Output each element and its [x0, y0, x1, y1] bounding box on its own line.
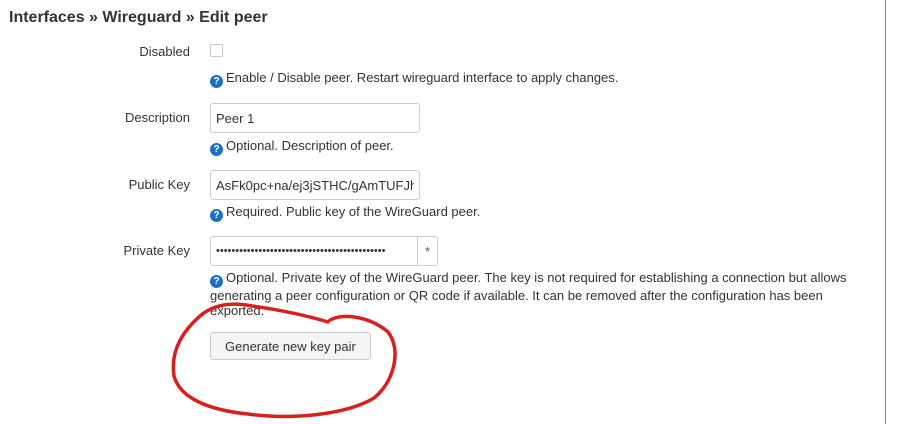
public-key-input[interactable] — [210, 170, 420, 200]
description-help-text: Optional. Description of peer. — [226, 138, 394, 153]
generate-key-pair-button[interactable]: Generate new key pair — [210, 332, 371, 360]
disabled-checkbox[interactable] — [210, 44, 223, 57]
public-key-label: Public Key — [128, 177, 190, 192]
disabled-label: Disabled — [139, 44, 190, 59]
public-key-help: ? Required. Public key of the WireGuard p… — [210, 204, 480, 222]
description-help: ? Optional. Description of peer. — [210, 138, 394, 156]
edit-peer-page: Interfaces » Wireguard » Edit peer Disab… — [0, 0, 898, 424]
private-key-group: * — [210, 236, 438, 266]
question-circle-icon: ? — [210, 75, 223, 88]
disabled-help-text: Enable / Disable peer. Restart wireguard… — [226, 70, 619, 85]
question-circle-icon: ? — [210, 209, 223, 222]
page-title: Interfaces » Wireguard » Edit peer — [9, 9, 268, 26]
description-input[interactable] — [210, 103, 420, 133]
private-key-help-text: Optional. Private key of the WireGuard p… — [210, 270, 847, 318]
description-label: Description — [124, 110, 190, 125]
public-key-help-text: Required. Public key of the WireGuard pe… — [226, 204, 481, 219]
private-key-input[interactable] — [210, 236, 418, 266]
right-divider — [885, 0, 886, 424]
show-password-toggle[interactable]: * — [418, 236, 438, 266]
private-key-label: Private Key — [123, 243, 190, 258]
private-key-help: ? Optional. Private key of the WireGuard … — [210, 270, 850, 318]
disabled-help: ? Enable / Disable peer. Restart wireguar… — [210, 70, 618, 88]
question-circle-icon: ? — [210, 275, 223, 288]
question-circle-icon: ? — [210, 143, 223, 156]
